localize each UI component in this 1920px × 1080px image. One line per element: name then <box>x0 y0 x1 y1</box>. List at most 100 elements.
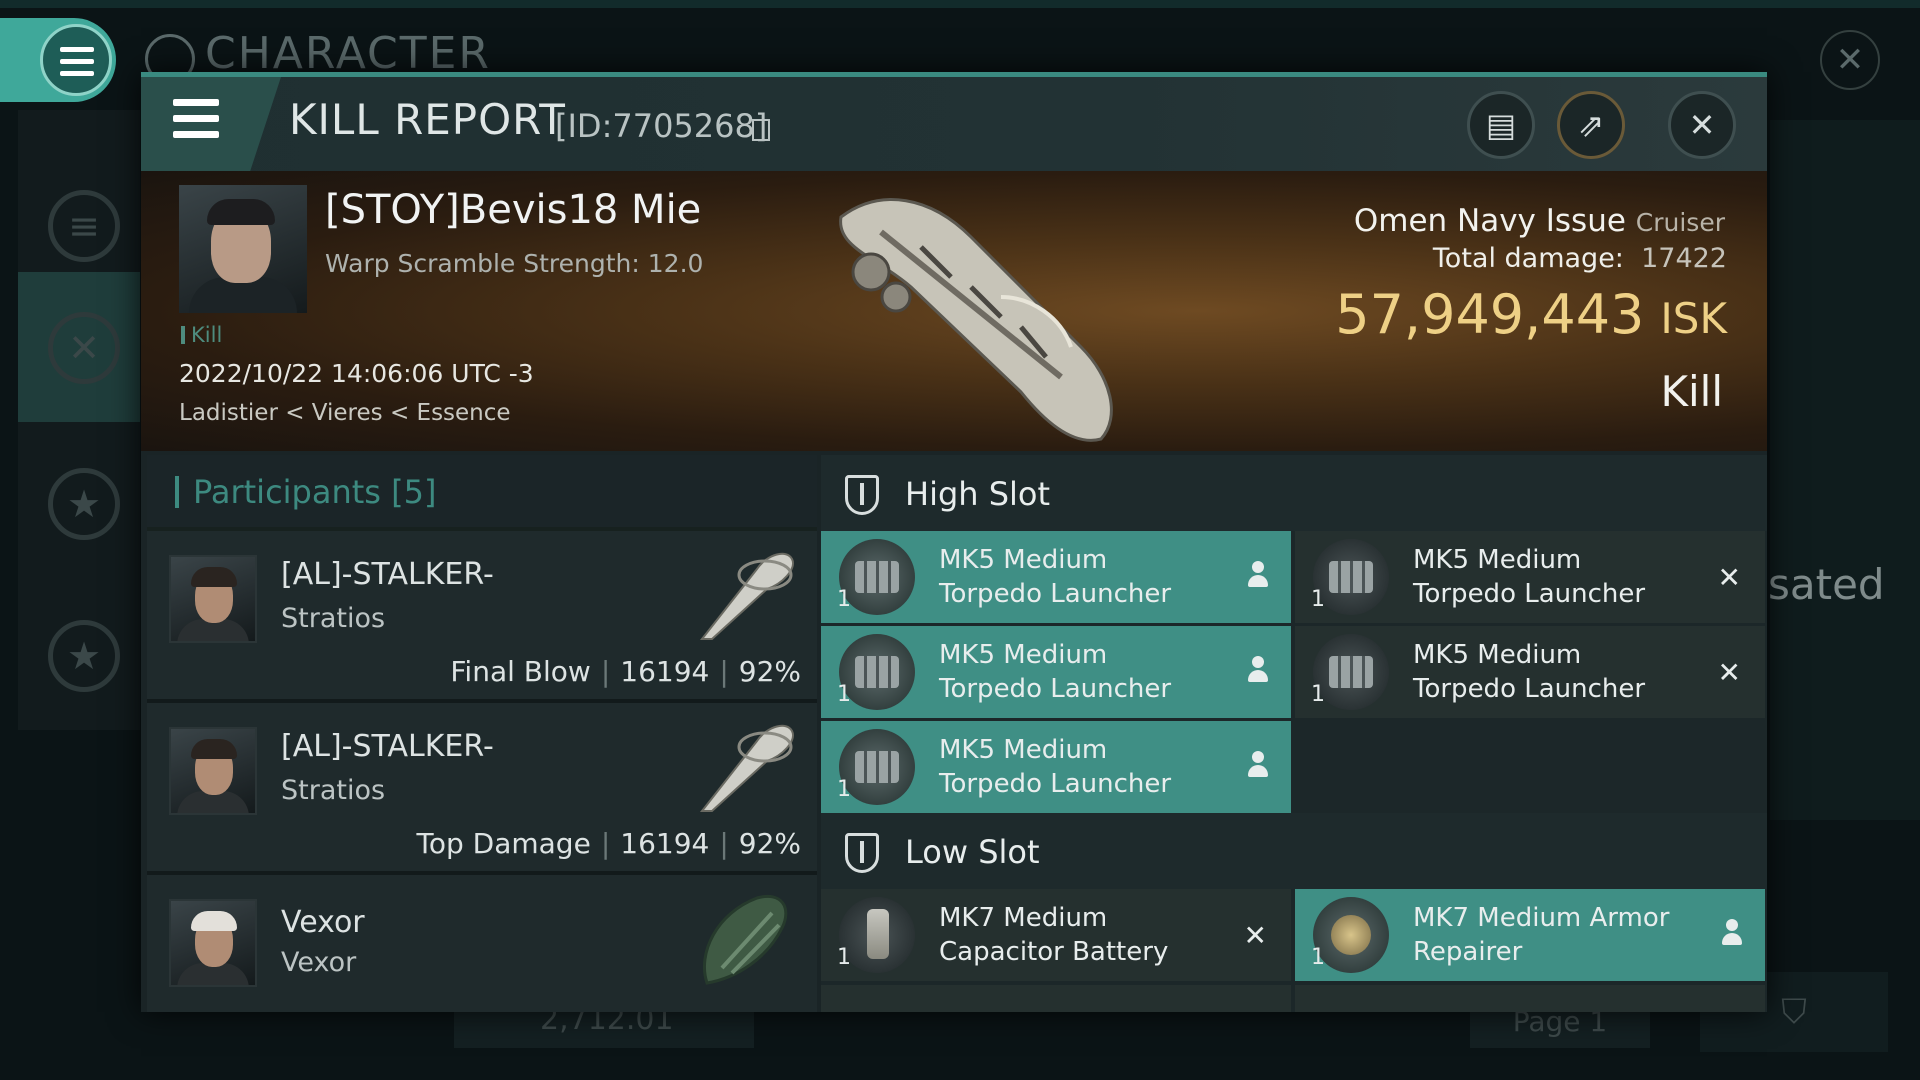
x-icon: ✕ <box>1243 919 1267 952</box>
share-button[interactable]: ⇗ <box>1557 91 1625 159</box>
item-name-line2: Repairer <box>1413 937 1523 967</box>
fitting-item-partial[interactable] <box>1295 985 1765 1012</box>
high-slot-icon <box>845 475 879 515</box>
item-quantity: 1 <box>837 587 851 612</box>
kill-location[interactable]: Ladistier < Vieres < Essence <box>179 400 511 426</box>
person-icon <box>1247 751 1269 779</box>
item-quantity: 1 <box>1311 587 1325 612</box>
participant-ship: Stratios <box>281 775 386 806</box>
fitting-item[interactable]: 1 MK7 Medium Armor Repairer <box>1295 889 1765 981</box>
participant-row[interactable]: Vexor Vexor <box>147 875 817 1012</box>
item-name-line1: MK7 Medium Armor <box>1413 903 1670 933</box>
total-damage-label: Total damage: <box>1432 243 1624 274</box>
report-id: [ID:7705268] <box>555 107 768 145</box>
main-menu-button[interactable] <box>0 18 116 102</box>
fitting-item[interactable]: 1 MK5 Medium Torpedo Launcher <box>821 531 1291 623</box>
participant-ship-icon <box>699 724 794 812</box>
item-name-line2: Torpedo Launcher <box>939 769 1172 799</box>
victim-banner: [STOY]Bevis18 Mie Warp Scramble Strength… <box>141 171 1767 451</box>
fitting-item[interactable]: 1 MK5 Medium Torpedo Launcher <box>821 721 1291 813</box>
isk-unit: ISK <box>1660 294 1727 343</box>
high-slot-header: High Slot <box>821 455 1767 531</box>
clipboard-button[interactable]: ▤ <box>1467 91 1535 159</box>
participants-panel: Participants [5] [AL]-STALKER- Stratios … <box>147 455 817 1012</box>
victim-ship-name: Omen Navy Issue <box>1353 203 1626 239</box>
participants-title: Participants [5] <box>175 473 436 511</box>
isk-value: 57,949,443 ISK <box>1335 283 1727 346</box>
high-slot-title: High Slot <box>905 475 1051 513</box>
participant-ship-icon <box>702 895 788 985</box>
victim-pilot-name[interactable]: [STOY]Bevis18 Mie <box>325 187 701 233</box>
total-damage: Total damage: 17422 <box>1433 243 1727 274</box>
item-quantity: 1 <box>837 945 851 970</box>
modal-title: KILL REPORT <box>289 95 566 144</box>
fitting-item-partial[interactable] <box>821 985 1291 1012</box>
victim-ship-image[interactable] <box>821 177 1221 447</box>
participant-name: [AL]-STALKER- <box>281 729 494 764</box>
participant-name: [AL]-STALKER- <box>281 557 494 592</box>
participant-percent: 92% <box>738 655 801 688</box>
fittings-panel: High Slot 1 MK5 Medium Torpedo Launcher … <box>821 455 1767 1012</box>
participant-role: Top Damage <box>416 827 591 860</box>
participant-ship-icon <box>699 552 794 640</box>
participant-name: Vexor <box>281 905 365 940</box>
total-damage-value: 17422 <box>1641 243 1727 274</box>
low-slot-icon <box>845 833 879 873</box>
item-quantity: 1 <box>1311 945 1325 970</box>
sidebar-combat-icon[interactable]: ✕ <box>18 272 140 422</box>
victim-portrait[interactable] <box>179 185 307 313</box>
item-name-line2: Torpedo Launcher <box>1413 579 1646 609</box>
participant-damage: 16194 <box>620 827 710 860</box>
item-name-line2: Torpedo Launcher <box>939 579 1172 609</box>
sidebar-star-badge-icon[interactable]: ★ <box>18 580 140 730</box>
isk-amount: 57,949,443 <box>1335 283 1645 346</box>
victim-ship-class: Cruiser <box>1635 208 1725 237</box>
item-name-line2: Torpedo Launcher <box>1413 674 1646 704</box>
item-quantity: 1 <box>1311 682 1325 707</box>
modal-menu-button[interactable] <box>141 77 281 171</box>
top-bar <box>0 0 1920 8</box>
participant-row[interactable]: [AL]-STALKER- Stratios Final Blow | 16194 |… <box>147 531 817 703</box>
participant-ship: Stratios <box>281 603 386 634</box>
kill-report-modal: KILL REPORT [ID:7705268] ▤ ⇗ ✕ [STOY]Bev… <box>141 72 1767 1012</box>
participant-role: Final Blow <box>450 655 591 688</box>
item-name-line1: MK5 Medium <box>1413 545 1582 575</box>
fitting-item[interactable]: 1 MK5 Medium Torpedo Launcher <box>821 626 1291 718</box>
fitting-item[interactable]: 1 MK5 Medium Torpedo Launcher ✕ <box>1295 626 1765 718</box>
kill-datetime: 2022/10/22 14:06:06 UTC -3 <box>179 359 534 388</box>
fitting-item[interactable]: 1 MK5 Medium Torpedo Launcher ✕ <box>1295 531 1765 623</box>
background-close-icon[interactable]: ✕ <box>1820 30 1880 90</box>
background-sidebar: ≡ ✕ ★ ★ <box>18 110 140 730</box>
clipboard-icon: ▤ <box>1485 106 1517 144</box>
victim-ship[interactable]: Omen Navy Issue Cruiser <box>1354 203 1725 239</box>
item-quantity: 1 <box>837 682 851 707</box>
participant-avatar <box>169 727 257 815</box>
menu-icon <box>40 24 112 96</box>
close-button[interactable]: ✕ <box>1668 91 1736 159</box>
participants-header[interactable]: Participants [5] <box>147 455 817 527</box>
item-name-line2: Capacitor Battery <box>939 937 1169 967</box>
kill-tag: Kill <box>181 323 222 347</box>
item-name-line1: MK5 Medium <box>939 545 1108 575</box>
participant-avatar <box>169 555 257 643</box>
share-icon: ⇗ <box>1577 106 1605 144</box>
low-slot-title: Low Slot <box>905 833 1040 871</box>
modal-header: KILL REPORT [ID:7705268] ▤ ⇗ ✕ <box>141 77 1767 171</box>
item-name-line1: MK5 Medium <box>939 640 1108 670</box>
participant-avatar <box>169 899 257 987</box>
low-slot-header: Low Slot <box>821 813 1767 889</box>
menu-icon <box>173 99 219 139</box>
item-name-line2: Torpedo Launcher <box>939 674 1172 704</box>
item-name-line1: MK7 Medium <box>939 903 1108 933</box>
participant-damage: 16194 <box>620 655 710 688</box>
x-icon: ✕ <box>1717 561 1741 594</box>
participant-stats: Final Blow | 16194 | 92% <box>450 655 801 688</box>
copy-icon[interactable] <box>752 119 770 141</box>
participant-row[interactable]: [AL]-STALKER- Stratios Top Damage | 16194 |… <box>147 703 817 875</box>
sidebar-star-icon[interactable]: ★ <box>18 428 140 578</box>
item-name-line1: MK5 Medium <box>939 735 1108 765</box>
warp-scramble-strength: Warp Scramble Strength: 12.0 <box>325 249 704 278</box>
participant-ship: Vexor <box>281 947 357 978</box>
item-quantity: 1 <box>837 777 851 802</box>
fitting-item[interactable]: 1 MK7 Medium Capacitor Battery ✕ <box>821 889 1291 981</box>
